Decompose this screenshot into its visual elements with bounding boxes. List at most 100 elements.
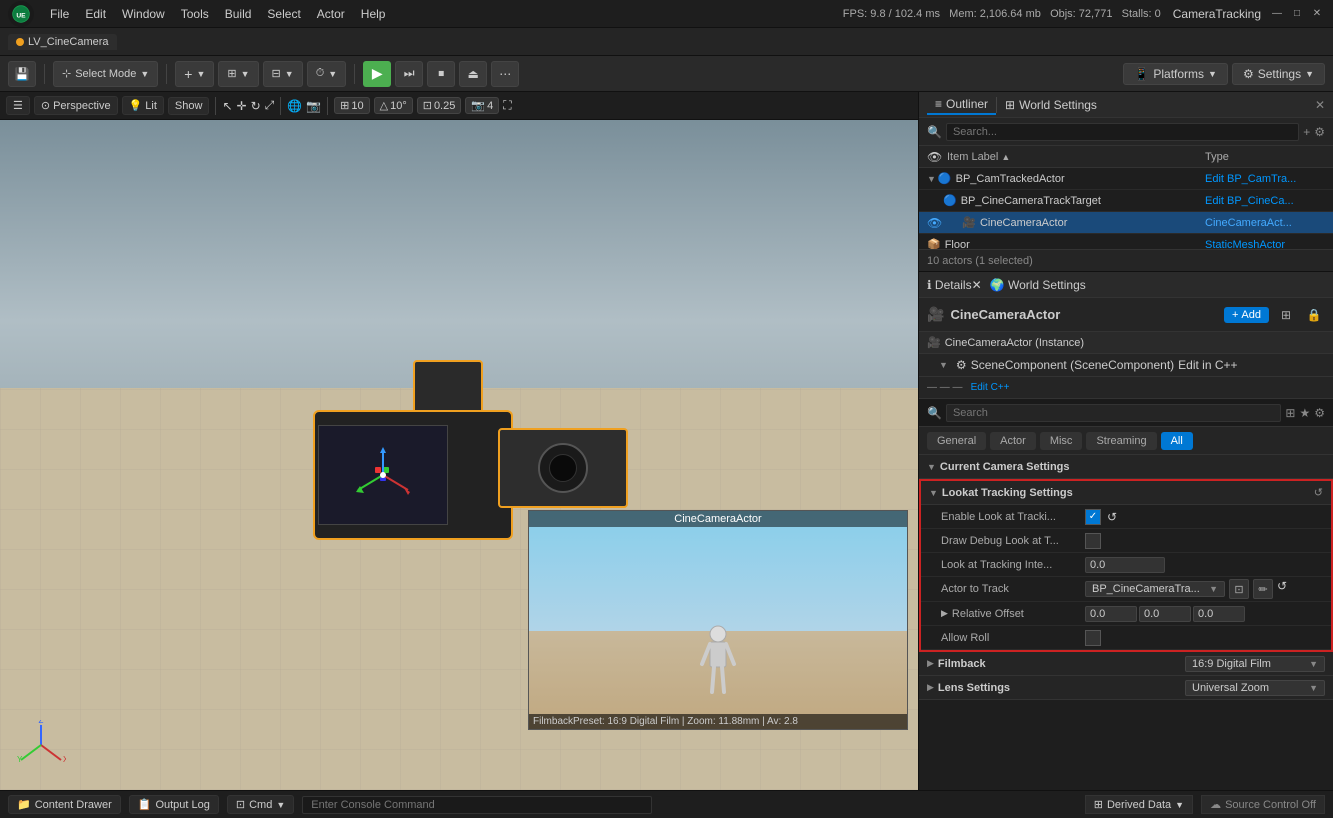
cam-speed-pill[interactable]: 📷 4 [465, 97, 499, 114]
draw-debug-checkbox[interactable] [1085, 533, 1101, 549]
filmback-section-header[interactable]: ▶ Filmback 16:9 Digital Film ▼ [919, 652, 1333, 676]
details-search-input[interactable] [946, 404, 1281, 422]
details-grid-icon[interactable]: ⊞ [1285, 406, 1295, 420]
outliner-row[interactable]: 📦 Floor StaticMeshActor [919, 234, 1333, 249]
edit-cxx-link[interactable]: Edit C++ [971, 382, 1010, 393]
lookat-section-header[interactable]: ▼ Lookat Tracking Settings ↺ [921, 481, 1331, 505]
add-component-button[interactable]: + Add [1224, 307, 1269, 323]
offset-x-input[interactable] [1085, 606, 1137, 622]
rotate-tool[interactable]: ↻ [251, 99, 261, 113]
show-button[interactable]: Show [168, 97, 210, 115]
outliner-label-col[interactable]: Item Label ▲ [947, 151, 1205, 163]
outliner-close[interactable]: ✕ [1315, 98, 1325, 112]
save-button[interactable]: 💾 [8, 61, 36, 87]
lens-dropdown[interactable]: Universal Zoom ▼ [1185, 680, 1325, 696]
cmd-button[interactable]: ⊡ Cmd ▼ [227, 795, 294, 814]
tab-all[interactable]: All [1161, 432, 1193, 450]
angle-pill[interactable]: △ 10° [374, 97, 413, 114]
world-settings-tab[interactable]: 🌍 World Settings [990, 278, 1086, 292]
source-control-button[interactable]: ☁ Source Control Off [1201, 795, 1325, 814]
enable-lookat-reset[interactable]: ↺ [1107, 510, 1117, 524]
outliner-tab[interactable]: ≡ Outliner [927, 95, 996, 115]
row-type[interactable]: Edit BP_CineCa... [1205, 195, 1325, 207]
row-icon: 🔵 [943, 194, 957, 207]
stop-button[interactable]: ⏹ [427, 61, 455, 87]
step-button[interactable]: ⏭ [395, 61, 423, 87]
offset-y-input[interactable] [1139, 606, 1191, 622]
menu-actor[interactable]: Actor [309, 5, 353, 23]
maximize-button[interactable]: □ [1289, 6, 1305, 22]
grid-size-pill[interactable]: ⊞ 10 [334, 97, 369, 114]
menu-window[interactable]: Window [114, 5, 173, 23]
tab-general[interactable]: General [927, 432, 986, 450]
outliner-row-selected[interactable]: 👁 🎥 CineCameraActor CineCameraAct... [919, 212, 1333, 234]
viewport[interactable]: Z X Y CineCameraActor [0, 120, 918, 790]
menu-help[interactable]: Help [353, 5, 394, 23]
menu-select[interactable]: Select [259, 5, 308, 23]
outliner-row[interactable]: 🔵 BP_CineCameraTrackTarget Edit BP_CineC… [919, 190, 1333, 212]
menu-file[interactable]: File [42, 5, 77, 23]
details-close[interactable]: ✕ [972, 278, 982, 292]
details-settings-icon[interactable]: ⚙ [1314, 406, 1325, 420]
details-star-icon[interactable]: ★ [1299, 406, 1310, 420]
tab-actor[interactable]: Actor [990, 432, 1036, 450]
menu-build[interactable]: Build [217, 5, 260, 23]
lock-icon-btn[interactable]: 🔒 [1303, 304, 1325, 326]
lens-section-header[interactable]: ▶ Lens Settings Universal Zoom ▼ [919, 676, 1333, 700]
tab-streaming[interactable]: Streaming [1086, 432, 1156, 450]
close-button[interactable]: ✕ [1309, 6, 1325, 22]
offset-z-input[interactable] [1193, 606, 1245, 622]
maximize-viewport-button[interactable]: ⛶ [503, 98, 511, 113]
layout-icon-btn[interactable]: ⊞ [1275, 304, 1297, 326]
enable-lookat-checkbox[interactable]: ✓ [1085, 509, 1101, 525]
camera-view-button[interactable]: 📷 [306, 99, 321, 113]
platforms-button[interactable]: 📱 Platforms ▼ [1123, 63, 1228, 85]
details-tab[interactable]: ℹ Details [927, 278, 972, 292]
grid-view-button[interactable]: 🌐 [287, 99, 302, 113]
outliner-search-input[interactable] [946, 123, 1299, 141]
outliner-row[interactable]: ▼ 🔵 BP_CamTrackedActor Edit BP_CamTra... [919, 168, 1333, 190]
content-drawer-button[interactable]: 📁 Content Drawer [8, 795, 121, 814]
outliner-type-col[interactable]: Type [1205, 151, 1325, 163]
select-tool[interactable]: ↖ [222, 99, 232, 113]
current-camera-section-header[interactable]: ▼ Current Camera Settings [919, 455, 1333, 479]
perspective-button[interactable]: ⊙ Perspective [34, 96, 118, 115]
select-mode-button[interactable]: ⊹ Select Mode ▼ [53, 61, 158, 87]
lookat-reset[interactable]: ↺ [1314, 486, 1323, 499]
add-button[interactable]: + ▼ [175, 61, 214, 87]
row-arrow[interactable]: ▼ [927, 174, 936, 184]
scale-pill[interactable]: ⊡ 0.25 [417, 97, 462, 114]
menu-tools[interactable]: Tools [173, 5, 217, 23]
scale-tool[interactable]: ⤢ [265, 98, 275, 113]
row-type[interactable]: Edit BP_CamTra... [1205, 173, 1325, 185]
allow-roll-checkbox[interactable] [1085, 630, 1101, 646]
snap-button[interactable]: ⊟ ▼ [263, 61, 303, 87]
browse-icon-btn[interactable]: ⊡ [1229, 579, 1249, 599]
component-edit-link[interactable]: Edit in C++ [1178, 358, 1237, 372]
minimize-button[interactable]: — [1269, 6, 1285, 22]
actor-track-reset[interactable]: ↺ [1277, 579, 1287, 599]
outliner-add-icon[interactable]: + [1303, 125, 1310, 139]
eject-button[interactable]: ⏏ [459, 61, 487, 87]
outliner-settings-icon[interactable]: ⚙ [1314, 125, 1325, 139]
more-button[interactable]: ⋯ [491, 61, 519, 87]
derived-data-button[interactable]: ⊞ Derived Data ▼ [1085, 795, 1193, 814]
offset-arrow[interactable]: ▶ [941, 608, 948, 619]
menu-edit[interactable]: Edit [77, 5, 114, 23]
interp-input[interactable] [1085, 557, 1165, 573]
grid-snap-button[interactable]: ⊞ ▼ [218, 61, 258, 87]
eyedropper-icon-btn[interactable]: ✏ [1253, 579, 1273, 599]
lit-button[interactable]: 💡 Lit [122, 96, 164, 115]
anim-button[interactable]: ⏱ ▼ [307, 61, 347, 87]
play-button[interactable]: ▶ [363, 61, 391, 87]
filmback-dropdown[interactable]: 16:9 Digital Film ▼ [1185, 656, 1325, 672]
tab-misc[interactable]: Misc [1040, 432, 1083, 450]
console-command-input[interactable] [302, 796, 652, 814]
translate-tool[interactable]: ✛ [237, 99, 247, 113]
viewport-menu-button[interactable]: ☰ [6, 96, 30, 115]
settings-button[interactable]: ⚙ Settings ▼ [1232, 63, 1325, 85]
levels-tab[interactable]: ⊞ World Settings [997, 96, 1105, 114]
actor-track-dropdown[interactable]: BP_CineCameraTra... ▼ [1085, 581, 1225, 597]
output-log-button[interactable]: 📋 Output Log [129, 795, 219, 814]
level-tab[interactable]: LV_CineCamera [8, 34, 117, 50]
